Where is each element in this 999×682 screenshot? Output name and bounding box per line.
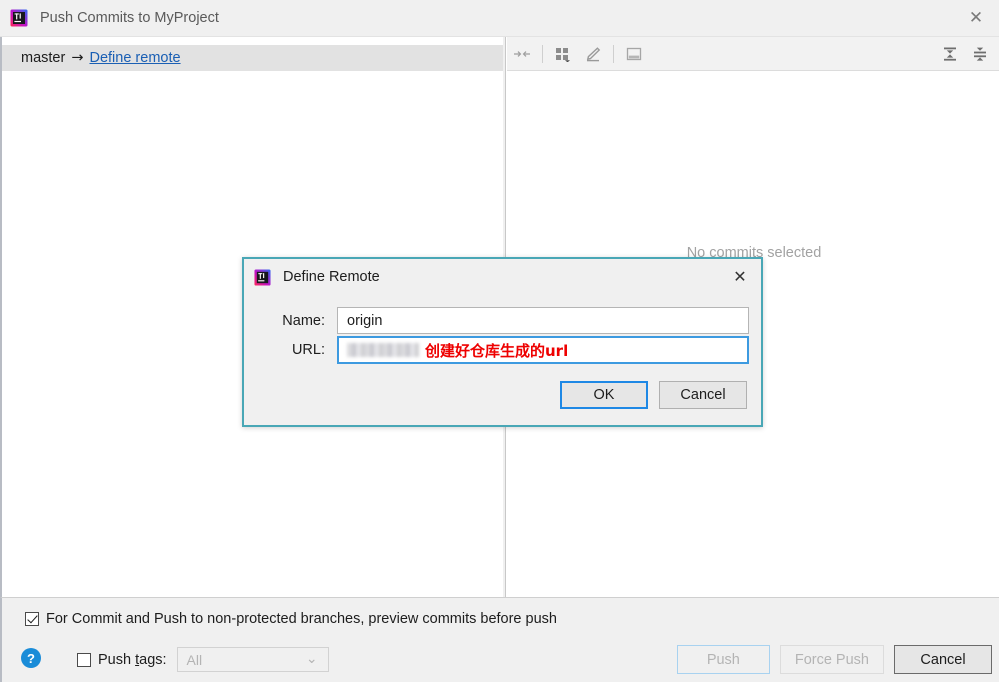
- remote-url-label: URL:: [291, 342, 325, 358]
- branch-name: master: [21, 50, 66, 66]
- remote-name-value: origin: [347, 312, 383, 329]
- collapse-all-icon[interactable]: [965, 41, 995, 67]
- intellij-idea-icon: [254, 268, 271, 286]
- push-commits-window: Push Commits to MyProject ✕ master → Def…: [0, 0, 999, 682]
- details-toolbar: [507, 37, 999, 71]
- toolbar-separator: [613, 44, 614, 63]
- push-tags-label: Push tags:: [98, 651, 167, 668]
- branch-row[interactable]: master → Define remote: [2, 45, 503, 71]
- push-tags-checkbox[interactable]: [77, 652, 91, 667]
- push-button[interactable]: Push: [676, 645, 770, 674]
- dialog-cancel-button[interactable]: Cancel: [659, 381, 747, 409]
- window-title-bar: Push Commits to MyProject ✕: [0, 0, 999, 37]
- intellij-idea-icon: [10, 9, 28, 27]
- remote-url-row: URL: 创建好仓库生成的url: [244, 336, 761, 364]
- edit-icon[interactable]: [578, 41, 608, 67]
- dialog-close-icon[interactable]: ✕: [725, 263, 755, 289]
- url-annotation-text: 创建好仓库生成的url: [425, 341, 569, 360]
- define-remote-link[interactable]: Define remote: [89, 50, 180, 66]
- window-close-icon[interactable]: ✕: [953, 0, 999, 36]
- remote-url-input[interactable]: 创建好仓库生成的url: [337, 336, 749, 364]
- dialog-action-buttons: Push Force Push Cancel: [676, 645, 992, 674]
- group-by-icon[interactable]: [548, 41, 578, 67]
- push-tags-dropdown[interactable]: All ⌄: [176, 647, 329, 672]
- push-tags-group: Push tags: All ⌄: [77, 647, 329, 672]
- dialog-ok-button[interactable]: OK: [560, 381, 648, 409]
- collapse-to-center-icon[interactable]: [507, 41, 537, 67]
- define-remote-dialog: Define Remote ✕ Name: origin URL: 创建好仓库生…: [242, 257, 763, 427]
- toolbar-separator: [542, 44, 543, 63]
- remote-name-label: Name:: [282, 312, 325, 329]
- preview-commits-label: For Commit and Push to non-protected bra…: [46, 611, 557, 627]
- preview-commits-checkbox[interactable]: [25, 612, 39, 626]
- branch-arrow-icon: →: [71, 50, 84, 66]
- bottom-bar: For Commit and Push to non-protected bra…: [0, 597, 999, 682]
- remote-name-input[interactable]: origin: [337, 307, 749, 334]
- dialog-title-bar: Define Remote ✕: [244, 259, 761, 295]
- dialog-buttons: OK Cancel: [560, 381, 747, 409]
- remote-name-row: Name: origin: [244, 307, 761, 334]
- preview-commits-checkbox-row[interactable]: For Commit and Push to non-protected bra…: [25, 611, 557, 627]
- dialog-title: Define Remote: [283, 269, 380, 285]
- force-push-button[interactable]: Force Push: [779, 645, 884, 674]
- blurred-url-text: [347, 343, 419, 357]
- toolbar-right-group: [935, 41, 999, 67]
- help-icon[interactable]: ?: [21, 648, 41, 668]
- bottom-actions-row: ? Push tags: All ⌄ Push Force Push Cance…: [2, 642, 999, 682]
- window-title: Push Commits to MyProject: [40, 10, 219, 26]
- show-diff-preview-icon[interactable]: [619, 41, 649, 67]
- cancel-button[interactable]: Cancel: [894, 645, 992, 674]
- expand-all-icon[interactable]: [935, 41, 965, 67]
- push-tags-dropdown-value: All: [186, 651, 203, 668]
- chevron-down-icon: ⌄: [305, 649, 318, 666]
